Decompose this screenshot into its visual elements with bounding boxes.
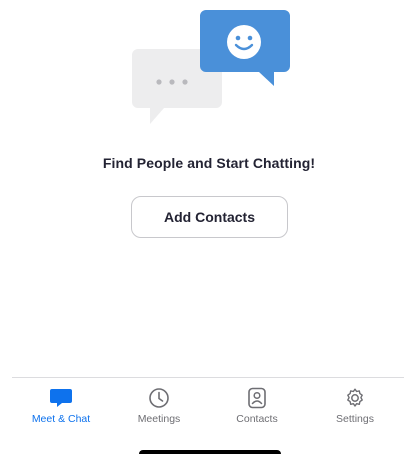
tab-label: Meet & Chat: [31, 413, 91, 425]
empty-state-headline: Find People and Start Chatting!: [102, 155, 316, 171]
clock-icon: [147, 387, 171, 409]
tab-meet-and-chat[interactable]: Meet & Chat: [12, 378, 110, 430]
tab-label: Contacts: [236, 413, 278, 425]
chat-illustration: [132, 10, 290, 124]
tab-meetings[interactable]: Meetings: [110, 378, 208, 430]
add-contacts-button[interactable]: Add Contacts: [131, 196, 288, 238]
meet-and-chat-screen: Find People and Start Chatting! Add Cont…: [0, 0, 404, 454]
contact-card-icon: [245, 387, 269, 409]
tab-settings[interactable]: Settings: [306, 378, 404, 430]
bottom-tab-bar: Meet & Chat Meetings Contacts Settings: [12, 377, 404, 430]
tab-label: Meetings: [137, 413, 181, 425]
tab-contacts[interactable]: Contacts: [208, 378, 306, 430]
tab-label: Settings: [336, 413, 374, 425]
home-indicator[interactable]: [139, 450, 281, 454]
chat-bubble-icon: [49, 387, 73, 409]
gear-icon: [343, 387, 367, 409]
